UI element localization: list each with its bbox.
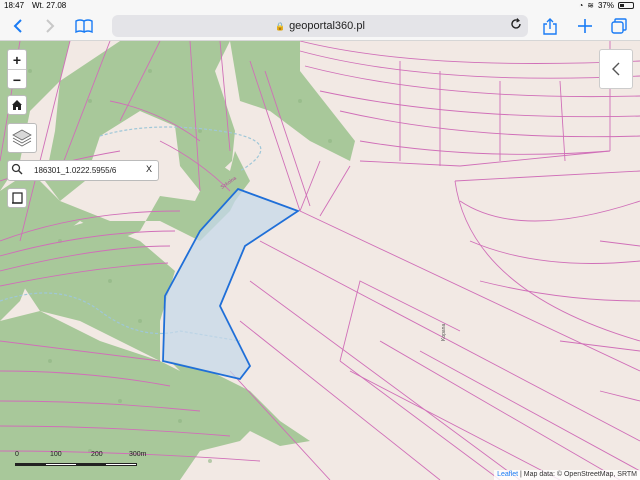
zoom-control: + − [7,49,27,89]
print-icon [12,192,23,204]
lock-icon: 🔒 [275,21,286,31]
chevron-left-icon [612,62,620,76]
print-button[interactable] [7,188,27,208]
alarm-icon: ◔ [578,1,584,10]
search-clear-button[interactable]: X [146,164,152,174]
battery-fill [620,4,625,7]
scale-label: 0 [15,451,19,458]
back-button[interactable] [8,16,28,36]
share-button[interactable] [540,16,560,36]
chevron-left-icon [13,19,22,33]
status-time: 18:47 [4,1,25,10]
zoom-in-button[interactable]: + [8,50,26,70]
layers-icon [12,129,32,147]
scale-label: 100 [50,451,62,458]
leaflet-link[interactable]: Leaflet [497,471,518,478]
scale-bar-graphic [15,463,137,466]
panel-toggle-button[interactable] [599,49,633,89]
scale-label: 200 [91,451,103,458]
attribution-text: | Map data: © OpenStreetMap, SRTM [518,471,637,478]
status-right: ◔ ≋ 37% [578,1,634,10]
forward-button[interactable] [40,16,60,36]
new-tab-button[interactable] [575,16,595,36]
parcel-search: X [7,160,159,181]
reload-icon [511,18,521,29]
home-icon [12,100,22,110]
plus-icon [578,19,592,33]
chevron-right-icon [46,19,55,33]
zoom-out-button[interactable]: − [8,70,26,89]
scale-label: 300m [129,451,147,458]
share-icon [543,17,557,35]
battery-icon [618,2,634,9]
status-bar: 18:47 Wt. 27.08 ◔ ≋ 37% [0,0,640,12]
scale-bar: 0 100 200 300m [15,451,155,467]
search-icon[interactable] [11,163,23,178]
url-text: geoportal360.pl [289,20,365,32]
wifi-icon: ≋ [587,1,594,10]
map-view[interactable]: Szkolna Kopana [0,41,640,480]
scale-segment [76,464,106,465]
browser-toolbar: 🔒 geoportal360.pl [0,12,640,41]
road-label-2: Kopana [441,324,447,341]
bookmarks-button[interactable] [74,16,94,36]
status-date: Wt. 27.08 [32,1,67,10]
book-icon [75,19,93,33]
home-button[interactable] [7,95,27,115]
tabs-button[interactable] [609,16,629,36]
scale-segment [16,464,46,465]
tabs-icon [611,18,627,34]
parcel-search-input[interactable] [34,163,144,177]
battery-percent: 37% [597,1,614,10]
map-canvas[interactable]: Szkolna Kopana [0,41,640,480]
layers-button[interactable] [7,123,37,153]
reload-button[interactable] [510,18,522,33]
map-attribution: Leaflet | Map data: © OpenStreetMap, SRT… [494,470,640,480]
url-bar[interactable]: 🔒 geoportal360.pl [112,15,528,37]
